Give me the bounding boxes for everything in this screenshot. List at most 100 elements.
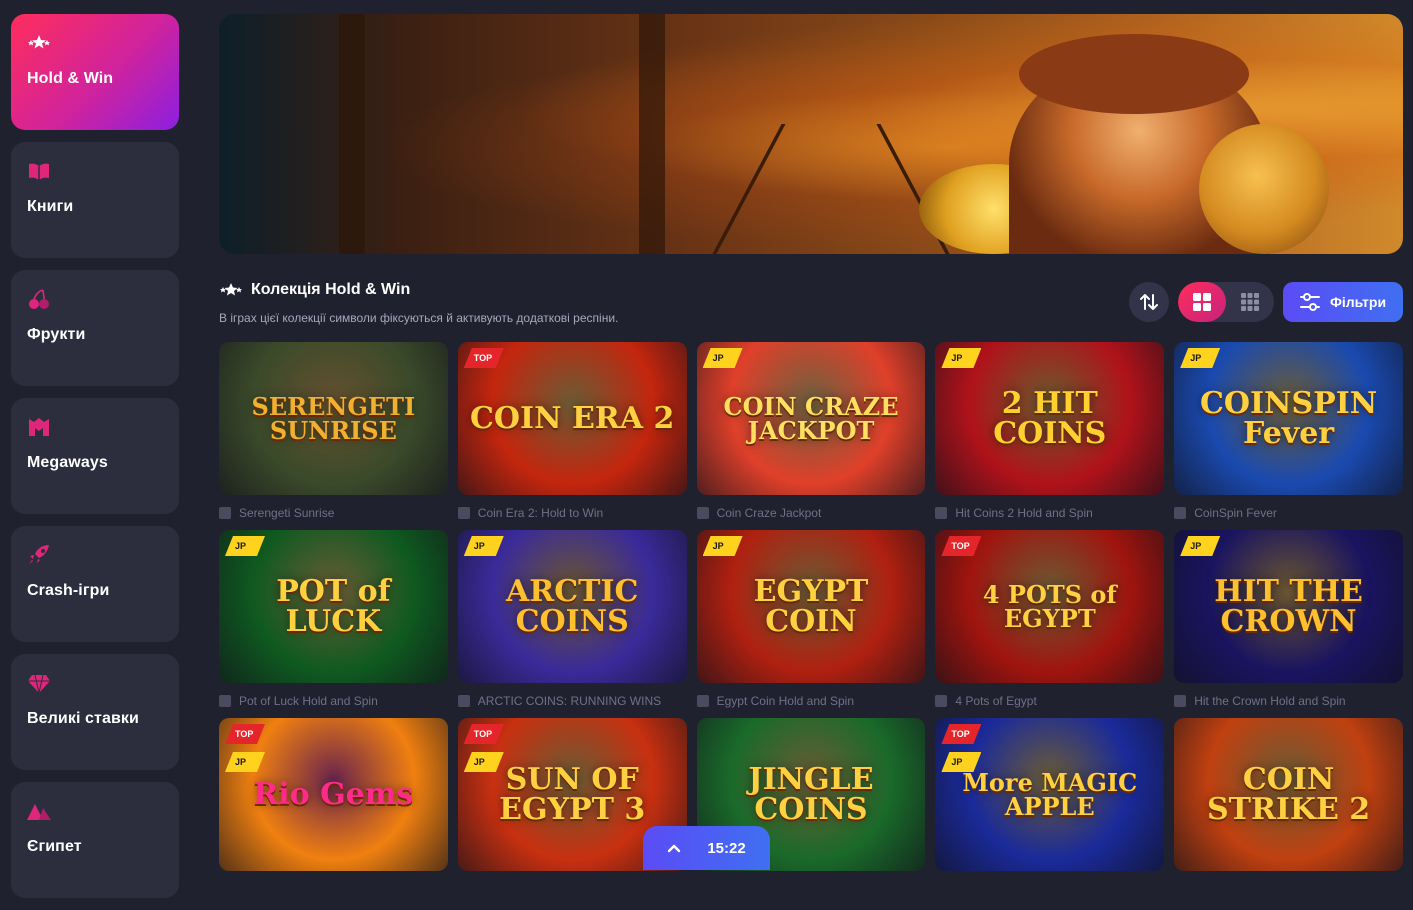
filters-label: Фільтри <box>1329 294 1387 310</box>
game-logo-art: COIN CRAZE JACKPOT <box>723 391 899 445</box>
game-card[interactable]: 2 HIT COINS JP Hit Coins 2 Hold and Spin <box>935 342 1165 530</box>
game-thumbnail[interactable]: 2 HIT COINS JP <box>935 342 1165 495</box>
game-title: Serengeti Sunrise <box>239 505 335 520</box>
game-caption <box>1174 871 1403 906</box>
game-title: 4 Pots of Egypt <box>955 693 1037 708</box>
game-logo-art: SUN OF EGYPT 3 <box>499 761 646 827</box>
sort-button[interactable] <box>1129 282 1169 322</box>
game-thumbnail[interactable]: POT of LUCK JP <box>219 530 448 683</box>
category-label: Megaways <box>27 454 108 471</box>
category-sidebar: Hold & Win Книги Фрукти Megaways Crash-і… <box>11 14 179 910</box>
provider-icon <box>935 506 948 519</box>
provider-icon <box>219 506 231 519</box>
category-fruits[interactable]: Фрукти <box>11 270 179 386</box>
rocket-icon <box>29 545 49 564</box>
list-controls: Фільтри <box>1129 282 1403 322</box>
game-card[interactable]: ARCTIC COINS JP ARCTIC COINS: RUNNING WINS <box>457 530 687 718</box>
banner-decoration <box>339 14 365 254</box>
top-badge: TOP <box>463 724 504 744</box>
provider-icon <box>696 506 709 519</box>
banner-decoration <box>696 124 786 254</box>
category-high-stakes[interactable]: Великі ставки <box>11 654 179 770</box>
game-title: Egypt Coin Hold and Spin <box>716 693 855 708</box>
promo-banner[interactable] <box>219 14 1403 254</box>
game-card[interactable]: POT of LUCK JP Pot of Luck Hold and Spin <box>219 530 448 718</box>
game-card[interactable]: HIT THE CROWN JP Hit the Crown Hold and Sp… <box>1174 530 1403 718</box>
game-card[interactable]: 4 POTS of EGYPT TOP 4 Pots of Egypt <box>935 530 1165 718</box>
top-badge: TOP <box>941 724 982 744</box>
game-thumbnail[interactable]: HIT THE CROWN JP <box>1174 530 1403 683</box>
game-thumbnail[interactable]: Rio Gems TOP JP <box>219 718 448 871</box>
game-title: Hit the Crown Hold and Spin <box>1194 693 1346 708</box>
game-row: POT of LUCK JP Pot of Luck Hold and Spin A… <box>219 530 1403 718</box>
category-megaways[interactable]: Megaways <box>11 398 179 514</box>
game-grid: SERENGETI SUNRISE Serengeti Sunrise COIN … <box>219 342 1403 906</box>
provider-icon <box>1174 694 1187 707</box>
game-card[interactable]: Rio Gems TOP JP <box>219 718 448 906</box>
provider-icon <box>457 694 470 707</box>
game-thumbnail[interactable]: COIN CRAZE JACKPOT JP <box>696 342 926 495</box>
game-thumbnail[interactable]: SERENGETI SUNRISE <box>219 342 448 495</box>
game-title: Coin Era 2: Hold to Win <box>477 505 604 520</box>
dog-illustration <box>1199 124 1329 254</box>
jackpot-badge: JP <box>702 348 743 368</box>
game-logo-art: COIN ERA 2 <box>470 400 675 436</box>
game-card[interactable]: SUN OF EGYPT 3 TOP JP <box>457 718 687 906</box>
session-timer[interactable]: 15:22 <box>643 826 770 870</box>
game-logo-art: More MAGIC APPLE <box>962 767 1138 821</box>
category-hold-and-win[interactable]: Hold & Win <box>11 14 179 130</box>
sort-arrows-icon <box>1140 294 1158 310</box>
jackpot-badge: JP <box>225 752 265 772</box>
game-card[interactable]: JINGLE COINS <box>696 718 926 906</box>
pyramid-icon <box>27 804 51 820</box>
provider-icon <box>1174 506 1187 519</box>
category-crash-games[interactable]: Crash-ігри <box>11 526 179 642</box>
miner-hat-illustration <box>1019 34 1249 114</box>
game-thumbnail[interactable]: COIN STRIKE 2 <box>1174 718 1403 871</box>
game-row: Rio Gems TOP JP SUN OF EGYPT 3 TOP JP JINGLE… <box>219 718 1403 906</box>
timer-value: 15:22 <box>707 839 746 857</box>
game-logo-art: POT of LUCK <box>276 573 391 639</box>
game-card[interactable]: More MAGIC APPLE TOP JP <box>935 718 1165 906</box>
game-thumbnail[interactable]: 4 POTS of EGYPT TOP <box>935 530 1165 683</box>
game-thumbnail[interactable]: EGYPT COIN JP <box>696 530 926 683</box>
game-thumbnail[interactable]: COIN ERA 2 TOP <box>457 342 687 495</box>
large-grid-view-button[interactable] <box>1178 282 1226 322</box>
jackpot-badge: JP <box>225 536 265 556</box>
category-egypt[interactable]: Єгипет <box>11 782 179 898</box>
category-label: Єгипет <box>27 838 82 855</box>
game-logo-art: COIN STRIKE 2 <box>1206 761 1371 827</box>
section-title: Колекція Hold & Win <box>251 281 411 298</box>
game-caption <box>458 871 687 906</box>
game-caption: CoinSpin Fever <box>1174 495 1403 530</box>
game-thumbnail[interactable]: More MAGIC APPLE TOP JP <box>935 718 1165 871</box>
game-logo-art: JINGLE COINS <box>748 761 874 827</box>
game-caption <box>697 871 926 906</box>
game-card[interactable]: COIN STRIKE 2 <box>1174 718 1403 906</box>
game-title: Coin Craze Jackpot <box>716 505 822 520</box>
game-caption: Hit Coins 2 Hold and Spin <box>935 495 1164 530</box>
game-logo-art: Rio Gems <box>253 776 414 812</box>
game-logo-art: HIT THE CROWN <box>1214 573 1363 639</box>
game-card[interactable]: SERENGETI SUNRISE Serengeti Sunrise <box>219 342 448 530</box>
game-card[interactable]: EGYPT COIN JP Egypt Coin Hold and Spin <box>696 530 926 718</box>
filters-button[interactable]: Фільтри <box>1283 282 1403 322</box>
game-card[interactable]: COIN CRAZE JACKPOT JP Coin Craze Jackpot <box>696 342 926 530</box>
category-label: Crash-ігри <box>27 582 110 599</box>
game-logo-art: ARCTIC COINS <box>506 573 639 639</box>
game-thumbnail[interactable]: ARCTIC COINS JP <box>457 530 687 683</box>
small-grid-view-button[interactable] <box>1226 282 1274 322</box>
jackpot-badge: JP <box>941 348 982 368</box>
game-thumbnail[interactable]: COINSPIN Fever JP <box>1174 342 1403 495</box>
jackpot-badge: JP <box>702 536 743 556</box>
game-title: CoinSpin Fever <box>1194 505 1277 520</box>
category-label: Hold & Win <box>27 70 114 87</box>
top-badge: TOP <box>941 536 982 556</box>
game-card[interactable]: COIN ERA 2 TOP Coin Era 2: Hold to Win <box>457 342 687 530</box>
game-card[interactable]: COINSPIN Fever JP CoinSpin Fever <box>1174 342 1403 530</box>
game-logo-art: 2 HIT COINS <box>993 385 1107 451</box>
game-logo-art: 4 POTS of EGYPT <box>982 579 1117 633</box>
book-icon <box>29 163 49 180</box>
section-description: В іграх цієї колекції символи фіксуються… <box>219 311 619 325</box>
category-books[interactable]: Книги <box>11 142 179 258</box>
